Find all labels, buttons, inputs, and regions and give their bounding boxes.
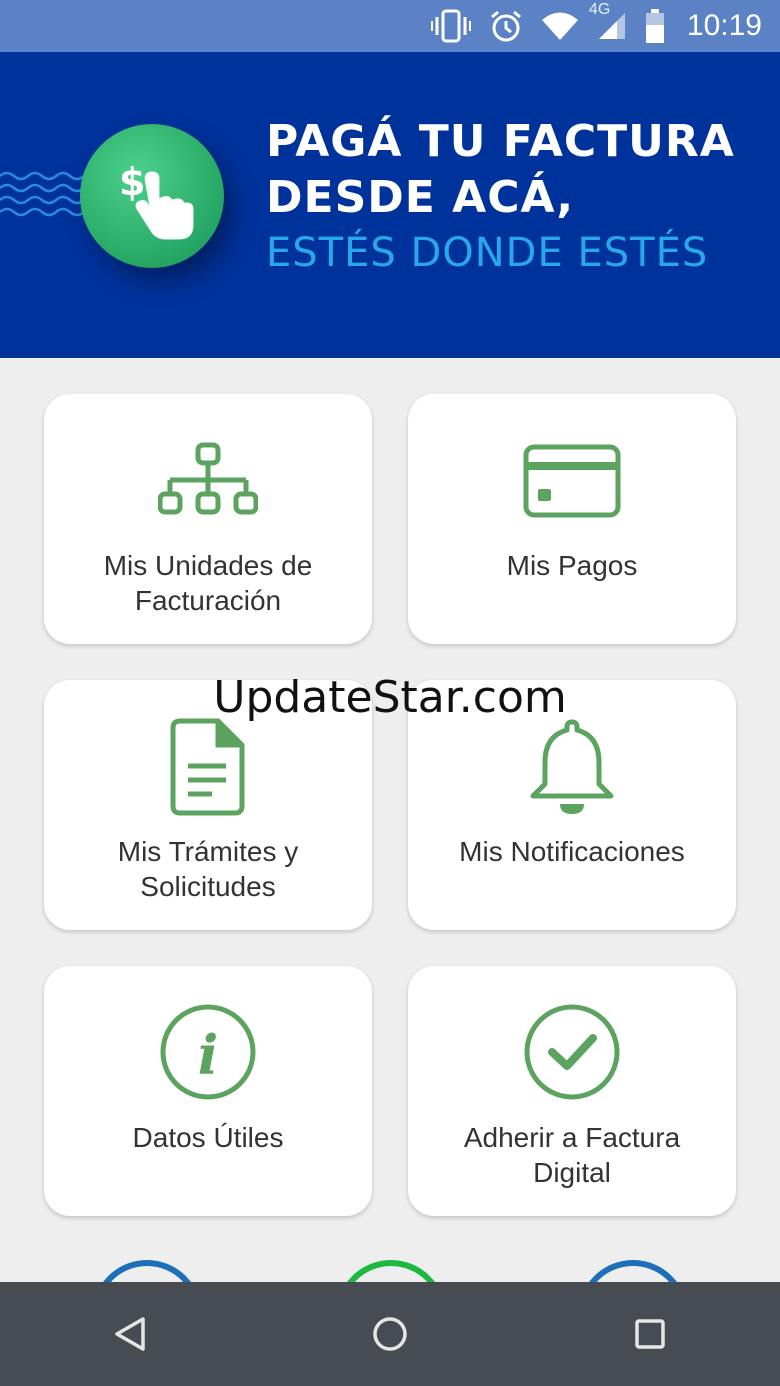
navigation-bar (0, 1282, 780, 1386)
recents-icon[interactable] (610, 1294, 690, 1374)
back-icon[interactable] (90, 1294, 170, 1374)
svg-text:i: i (198, 1023, 219, 1087)
label-line1: Mis Notificaciones (459, 836, 685, 867)
menu-card-label: Mis Notificaciones (418, 834, 726, 869)
label-line2: Solicitudes (140, 871, 276, 902)
document-icon (44, 718, 372, 816)
label-line1: Mis Trámites y (117, 836, 299, 867)
menu-card-label: Mis Trámites y Solicitudes (54, 834, 362, 904)
menu-card-pagos[interactable]: Mis Pagos (408, 394, 736, 644)
wifi-icon (541, 11, 579, 41)
promo-banner[interactable]: $ PAGÁ TU FACTURA DESDE ACÁ, ESTÉS DONDE… (0, 52, 780, 358)
alarm-icon (489, 9, 523, 43)
label-line1: Mis Pagos (506, 550, 638, 581)
banner-subtitle: ESTÉS DONDE ESTÉS (266, 230, 709, 276)
label-line2: Facturación (134, 585, 282, 616)
signal-icon: 4G (589, 1, 627, 41)
bell-icon (408, 716, 736, 816)
banner-title-line2: DESDE ACÁ, (266, 172, 575, 223)
label-line1: Adherir a Factura (463, 1122, 681, 1153)
label-line1: Mis Unidades de (103, 550, 313, 581)
menu-card-unidades-facturacion[interactable]: Mis Unidades de Facturación (44, 394, 372, 644)
vibrate-icon (430, 9, 471, 43)
menu-card-label: Mis Pagos (418, 548, 726, 583)
network-type: 4G (588, 1, 611, 18)
menu-card-datos-utiles[interactable]: i Datos Útiles (44, 966, 372, 1216)
menu-card-factura-digital[interactable]: Adherir a Factura Digital (408, 966, 736, 1216)
hierarchy-icon (44, 442, 372, 518)
svg-text:$: $ (119, 160, 145, 204)
menu-card-label: Datos Útiles (54, 1120, 362, 1155)
menu-card-label: Mis Unidades de Facturación (54, 548, 362, 618)
pay-touch-icon: $ (80, 124, 224, 268)
label-line1: Datos Útiles (132, 1122, 284, 1153)
status-bar: 4G 10:19 (0, 0, 780, 52)
check-circle-icon (408, 1002, 736, 1102)
battery-icon (645, 9, 665, 43)
credit-card-icon (408, 444, 736, 520)
banner-title-line1: PAGÁ TU FACTURA (266, 116, 735, 167)
info-icon: i (44, 1002, 372, 1102)
menu-card-label: Adherir a Factura Digital (418, 1120, 726, 1190)
home-icon[interactable] (350, 1294, 430, 1374)
clock: 10:19 (686, 9, 762, 42)
waves-decoration (0, 171, 85, 217)
watermark-text: UpdateStar.com (213, 672, 567, 723)
label-line2: Digital (533, 1157, 611, 1188)
